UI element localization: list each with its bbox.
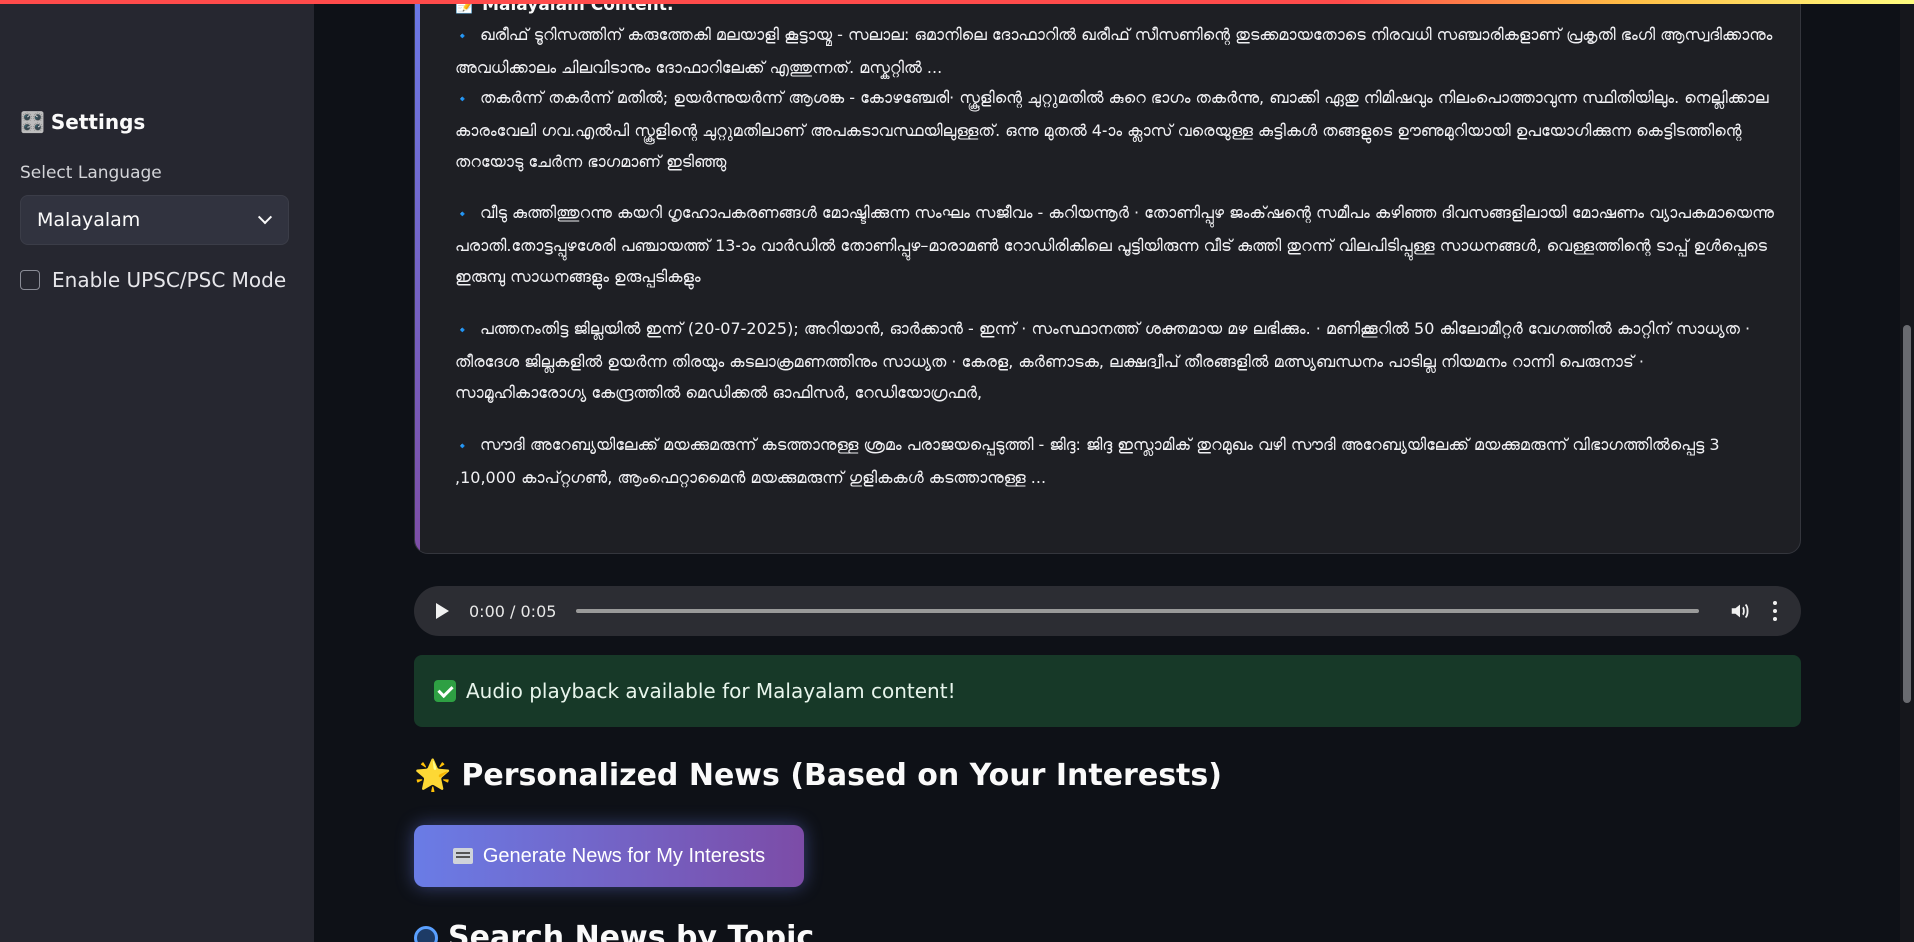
generate-news-button[interactable]: Generate News for My Interests: [414, 825, 804, 887]
upsc-mode-toggle[interactable]: Enable UPSC/PSC Mode: [20, 268, 286, 292]
news-item-text: സൗദി അറേബ്യയിലേക്ക് മയക്കുമരുന്ന് കടത്താ…: [455, 435, 1720, 487]
language-label: Select Language: [20, 163, 162, 183]
main-content: 📝 Malayalam Content: 🔹 ഖരീഫ് ടൂറിസത്തിന് …: [314, 0, 1914, 942]
generate-news-label: Generate News for My Interests: [482, 844, 766, 867]
language-select-value: Malayalam: [37, 209, 141, 231]
search-news-heading: Search News by Topic: [414, 920, 814, 942]
play-icon[interactable]: [436, 603, 449, 619]
personalized-news-title: Personalized News (Based on Your Interes…: [461, 758, 1222, 793]
control-knobs-icon: 🎛️: [20, 110, 45, 134]
news-item: 🔹 വീടു കുത്തിത്തുറന്നു കയറി ഗൃഹോപകരണങ്ങൾ …: [455, 197, 1775, 292]
audio-time: 0:00 / 0:05: [469, 601, 557, 621]
search-news-title: Search News by Topic: [448, 920, 815, 942]
magnifier-icon: [414, 925, 438, 942]
top-progress-bar: [0, 0, 1914, 4]
news-item: 🔹 തകർന്ന് തകർന്ന് മതിൽ; ഉയർന്നുയർന്ന് ആശങ…: [455, 82, 1775, 177]
audio-progress-slider[interactable]: [576, 609, 1699, 613]
volume-icon[interactable]: [1729, 600, 1751, 622]
settings-title-label: Settings: [50, 110, 146, 134]
news-item-text: പത്തനംതിട്ട ജില്ലയിൽ ഇന്ന് (20-07-2025);…: [455, 319, 1751, 402]
news-item-text: ഖരീഫ് ടൂറിസത്തിന് കരുത്തേകി മലയാളി കൂട്ട…: [455, 25, 1773, 77]
upsc-mode-label: Enable UPSC/PSC Mode: [52, 268, 287, 292]
audio-player: 0:00 / 0:05: [414, 586, 1801, 636]
diamond-bullet-icon: 🔹: [455, 207, 470, 221]
scrollbar-thumb[interactable]: [1903, 325, 1911, 703]
more-options-icon[interactable]: [1773, 601, 1779, 621]
newspaper-icon: [452, 848, 473, 864]
chevron-down-icon: [257, 210, 273, 225]
check-mark-icon: [434, 680, 456, 702]
scrollbar[interactable]: [1900, 0, 1914, 942]
news-item: 🔹 ഖരീഫ് ടൂറിസത്തിന് കരുത്തേകി മലയാളി കൂട്…: [455, 19, 1775, 83]
diamond-bullet-icon: 🔹: [455, 92, 470, 106]
sidebar: 🎛️ Settings Select Language Malayalam En…: [0, 0, 314, 942]
news-item-text: വീടു കുത്തിത്തുറന്നു കയറി ഗൃഹോപകരണങ്ങൾ മ…: [455, 203, 1774, 286]
star-icon: 🌟: [414, 758, 452, 793]
alert-message: Audio playback available for Malayalam c…: [466, 679, 956, 703]
settings-title: 🎛️ Settings: [20, 110, 145, 134]
diamond-bullet-icon: 🔹: [455, 439, 470, 453]
news-item: 🔹 സൗദി അറേബ്യയിലേക്ക് മയക്കുമരുന്ന് കടത്ത…: [455, 429, 1775, 493]
news-item-text: തകർന്ന് തകർന്ന് മതിൽ; ഉയർന്നുയർന്ന് ആശങ്…: [455, 88, 1769, 171]
audio-available-alert: Audio playback available for Malayalam c…: [414, 655, 1801, 727]
news-item: 🔹 പത്തനംതിട്ട ജില്ലയിൽ ഇന്ന് (20-07-2025)…: [455, 313, 1775, 408]
language-select[interactable]: Malayalam: [20, 195, 289, 245]
diamond-bullet-icon: 🔹: [455, 323, 470, 337]
diamond-bullet-icon: 🔹: [455, 29, 470, 43]
malayalam-content-card: 📝 Malayalam Content: 🔹 ഖരീഫ് ടൂറിസത്തിന് …: [414, 0, 1801, 554]
personalized-news-heading: 🌟 Personalized News (Based on Your Inter…: [414, 758, 1222, 793]
upsc-mode-checkbox[interactable]: [20, 270, 40, 290]
